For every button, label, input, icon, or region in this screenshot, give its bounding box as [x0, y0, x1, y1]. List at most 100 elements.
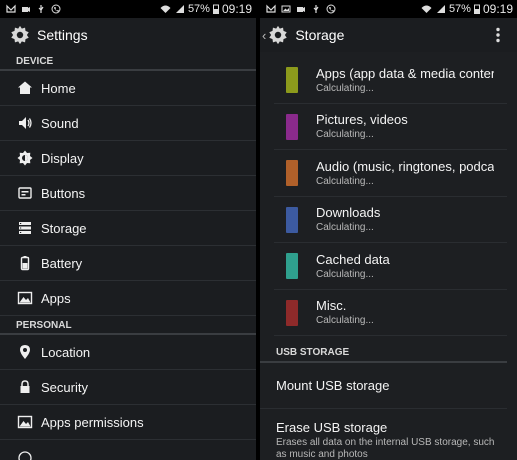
storage-item-downloads[interactable]: Downloads Calculating...	[260, 197, 517, 244]
menu-item-location[interactable]: Location	[0, 335, 256, 370]
overflow-menu-icon[interactable]	[495, 27, 501, 43]
color-swatch	[286, 299, 298, 326]
menu-item-label: Apps permissions	[41, 414, 144, 430]
erase-usb-label: Erase USB storage	[276, 420, 388, 435]
storage-item-pictures[interactable]: Pictures, videos Calculating...	[260, 104, 517, 151]
status-bar: 57% 09:19	[0, 0, 256, 18]
menu-item-home[interactable]: Home	[0, 71, 256, 106]
color-swatch	[286, 206, 298, 233]
settings-gear-icon[interactable]	[267, 24, 289, 46]
menu-item-sound[interactable]: Sound	[0, 106, 256, 141]
image-icon	[281, 5, 291, 13]
menu-item-label: Sound	[41, 115, 79, 131]
erase-usb-item[interactable]: Erase USB storage Erases all data on the…	[260, 409, 517, 460]
notification-icons	[260, 4, 336, 14]
back-chevron-icon[interactable]: ‹	[262, 28, 266, 43]
color-swatch	[286, 253, 298, 280]
signal-icon	[175, 5, 184, 13]
settings-pane: 57% 09:19 Settings DEVICE Home Sound Dis…	[0, 0, 256, 460]
clock: 09:19	[482, 2, 513, 16]
storage-item-title: Downloads	[316, 205, 381, 221]
battery-status-icon	[212, 4, 219, 14]
section-personal: PERSONAL	[0, 316, 256, 335]
menu-item-apps[interactable]: Apps	[0, 281, 256, 316]
color-swatch	[286, 113, 298, 140]
menu-item-label: Battery	[41, 255, 83, 271]
storage-item-title: Audio (music, ringtones, podcasts, etc.)	[316, 158, 494, 174]
menu-item-storage[interactable]: Storage	[0, 211, 256, 246]
usb-icon	[313, 5, 319, 13]
globe-icon	[17, 450, 33, 460]
location-pin-icon	[17, 344, 33, 360]
menu-item-label: Home	[41, 80, 76, 96]
menu-item-display[interactable]: Display	[0, 141, 256, 176]
storage-item-title: Apps (app data & media content)	[316, 65, 494, 81]
mount-usb-label: Mount USB storage	[276, 378, 390, 393]
status-right: 57% 09:19	[159, 0, 252, 18]
wifi-icon	[421, 5, 432, 13]
speaker-icon	[17, 115, 33, 131]
mount-usb-item[interactable]: Mount USB storage	[260, 363, 507, 409]
menu-item-next-partial[interactable]	[0, 440, 256, 460]
gmail-icon	[6, 4, 16, 13]
storage-icon	[17, 220, 33, 236]
menu-item-label: Apps	[41, 290, 71, 306]
storage-item-title: Cached data	[316, 251, 390, 267]
color-swatch	[286, 67, 298, 94]
storage-item-cached[interactable]: Cached data Calculating...	[260, 243, 517, 290]
phone-icon	[51, 4, 61, 14]
status-bar: 57% 09:19	[260, 0, 517, 18]
page-title: Settings	[37, 27, 88, 43]
wifi-icon	[160, 5, 171, 13]
status-right: 57% 09:19	[420, 0, 513, 18]
storage-item-status: Calculating...	[316, 82, 374, 94]
storage-action-bar: ‹ Storage	[260, 18, 517, 52]
section-usb-storage: USB STORAGE	[260, 342, 507, 363]
buttons-icon	[17, 185, 33, 201]
storage-item-status: Calculating...	[316, 129, 374, 141]
gmail-icon	[266, 4, 276, 13]
storage-item-apps[interactable]: Apps (app data & media content) Calculat…	[260, 57, 517, 104]
camera-icon	[22, 7, 30, 12]
brightness-icon	[17, 150, 33, 166]
phone-icon	[326, 4, 336, 14]
menu-item-label: Security	[41, 379, 88, 395]
battery-status-icon	[473, 4, 480, 14]
menu-item-label: Buttons	[41, 185, 86, 201]
storage-item-title: Misc.	[316, 298, 347, 314]
storage-item-status: Calculating...	[316, 222, 374, 234]
section-device: DEVICE	[0, 52, 256, 71]
home-icon	[17, 80, 33, 96]
notification-icons	[0, 4, 61, 14]
lock-icon	[17, 379, 33, 395]
color-swatch	[286, 160, 298, 187]
menu-item-apps-permissions[interactable]: Apps permissions	[0, 405, 256, 440]
settings-action-bar: Settings	[0, 18, 256, 52]
menu-item-label: Display	[41, 150, 84, 166]
menu-item-security[interactable]: Security	[0, 370, 256, 405]
settings-gear-icon	[11, 25, 29, 45]
battery-icon	[17, 255, 33, 271]
storage-item-title: Pictures, videos	[316, 112, 408, 128]
storage-item-status: Calculating...	[316, 315, 374, 327]
clock: 09:19	[221, 2, 252, 16]
camera-icon	[297, 7, 305, 12]
usb-icon	[38, 5, 44, 13]
storage-list: Apps (app data & media content) Calculat…	[260, 57, 517, 336]
menu-item-label: Location	[41, 344, 91, 360]
storage-pane: 57% 09:19 ‹ Storage Apps (app data & med…	[260, 0, 517, 460]
storage-item-misc[interactable]: Misc. Calculating...	[260, 290, 517, 337]
storage-item-status: Calculating...	[316, 175, 374, 187]
apps-icon	[17, 290, 33, 306]
page-title: Storage	[295, 27, 345, 43]
menu-item-label: Storage	[41, 220, 87, 236]
erase-usb-description: Erases all data on the internal USB stor…	[276, 437, 495, 460]
storage-item-audio[interactable]: Audio (music, ringtones, podcasts, etc.)…	[260, 150, 517, 197]
storage-item-status: Calculating...	[316, 268, 374, 280]
menu-item-battery[interactable]: Battery	[0, 246, 256, 281]
battery-percent: 57%	[187, 3, 210, 15]
battery-percent: 57%	[448, 3, 471, 15]
apps-permissions-icon	[17, 414, 33, 430]
signal-icon	[436, 5, 445, 13]
menu-item-buttons[interactable]: Buttons	[0, 176, 256, 211]
